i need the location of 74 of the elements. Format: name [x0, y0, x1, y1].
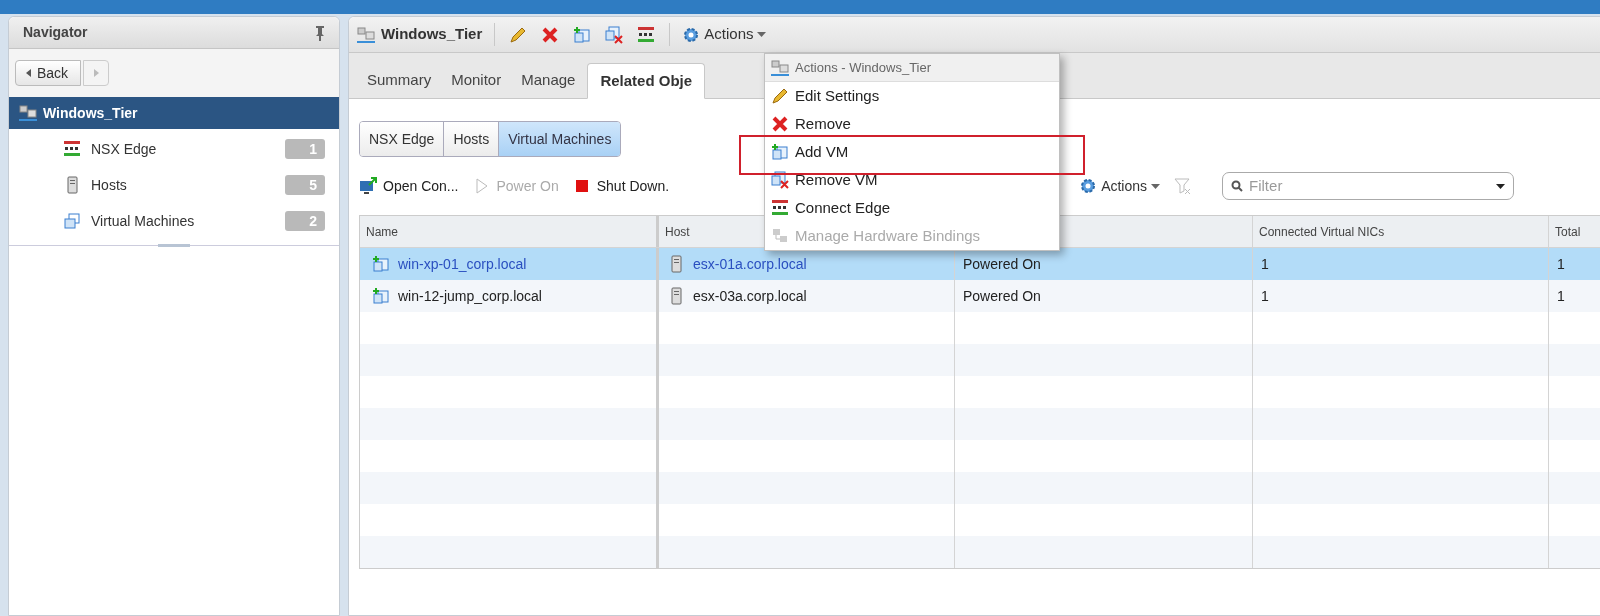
filter-input[interactable]: Filter [1249, 174, 1491, 198]
add-vm-icon[interactable] [573, 25, 592, 44]
menu-item[interactable]: Add VM [765, 138, 1059, 166]
table-cell-text: 1 [1557, 254, 1565, 274]
network-hosts-icon [19, 104, 37, 122]
pencil-icon[interactable] [509, 25, 528, 44]
back-button[interactable]: Back [15, 60, 82, 86]
sub-tab[interactable]: Hosts [443, 122, 499, 156]
count-badge: 1 [285, 139, 325, 159]
gear-icon [1079, 177, 1098, 195]
resize-grip[interactable] [158, 244, 190, 247]
table-cell-text: Powered On [963, 254, 1041, 274]
object-title: Windows_Tier [381, 24, 483, 45]
count-badge: 2 [285, 211, 325, 231]
toolbar-button[interactable]: Open Con... [359, 175, 459, 197]
count-badge: 5 [285, 175, 325, 195]
add-vm-icon [372, 255, 390, 273]
cross-icon [771, 115, 789, 133]
sub-tab[interactable]: Virtual Machines [498, 122, 621, 156]
pencil-icon [771, 87, 789, 105]
toolbar-button[interactable]: Shut Down. [572, 175, 670, 197]
filter-field[interactable]: Filter [1222, 172, 1515, 200]
column-header[interactable]: Total [1555, 222, 1581, 241]
actions-button[interactable]: Actions [669, 23, 767, 46]
column-header[interactable]: Host [665, 222, 690, 241]
edge-icon [771, 199, 789, 217]
menu-item[interactable]: Remove [765, 110, 1059, 138]
navigator-item[interactable]: NSX Edge 1 [9, 131, 339, 167]
table-cell-text: esx-03a.corp.local [693, 286, 807, 306]
network-hosts-icon [357, 25, 375, 44]
back-arrow-icon [26, 69, 31, 77]
menu-item[interactable]: Remove VM [765, 166, 1059, 194]
table-row[interactable]: win-xp-01_corp.local esx-01a.corp.local Powered On 1 1 [360, 248, 1600, 280]
remove-vm-icon [771, 171, 789, 189]
navigator-item[interactable]: Virtual Machines 2 [9, 203, 339, 239]
column-header[interactable]: Connected Virtual NICs [1259, 222, 1385, 241]
network-hosts-icon [771, 227, 789, 245]
table-cell-text: win-12-jump_corp.local [398, 286, 542, 306]
menu-title: Actions - Windows_Tier [795, 58, 932, 77]
tab[interactable]: Related Obje [587, 63, 706, 99]
add-vm-icon [372, 287, 390, 305]
stacked-windows-icon [63, 212, 81, 230]
table-cell-text: Powered On [963, 286, 1041, 306]
navigator-root-item[interactable]: Windows_Tier [9, 97, 339, 129]
menu-item[interactable]: Connect Edge [765, 194, 1059, 222]
add-vm-icon [771, 143, 789, 161]
remove-vm-icon[interactable] [605, 25, 624, 44]
panel-title: Navigator [23, 23, 88, 42]
table-cell-text: 1 [1261, 286, 1269, 306]
tab[interactable]: Summary [359, 62, 440, 98]
sub-tab[interactable]: NSX Edge [360, 122, 444, 156]
caret-icon [757, 32, 767, 37]
table-cell-text: 1 [1557, 286, 1565, 306]
tab[interactable]: Monitor [443, 62, 510, 98]
tab[interactable]: Manage [513, 62, 584, 98]
actions-button[interactable]: Actions [1079, 175, 1161, 197]
console-icon [359, 177, 377, 195]
edge-icon [63, 140, 81, 158]
edge-icon[interactable] [637, 25, 656, 44]
gear-icon [682, 25, 701, 44]
cross-icon[interactable] [541, 25, 560, 44]
network-hosts-icon [771, 58, 789, 77]
menu-item[interactable]: Edit Settings [765, 82, 1059, 110]
pin-icon[interactable] [315, 24, 325, 41]
search-icon [1231, 180, 1244, 192]
table-cell-text: 1 [1261, 254, 1269, 274]
table-row[interactable]: win-12-jump_corp.local esx-03a.corp.local Powered On 1 1 [360, 280, 1600, 312]
caret-icon[interactable] [1496, 183, 1506, 189]
navigator-item[interactable]: Hosts 5 [9, 167, 339, 203]
table-cell-text: win-xp-01_corp.local [398, 254, 527, 274]
caret-icon [1151, 183, 1161, 189]
table-cell-text: esx-01a.corp.local [693, 254, 807, 274]
forward-arrow-icon [93, 69, 99, 77]
column-header[interactable]: Name [366, 222, 398, 241]
